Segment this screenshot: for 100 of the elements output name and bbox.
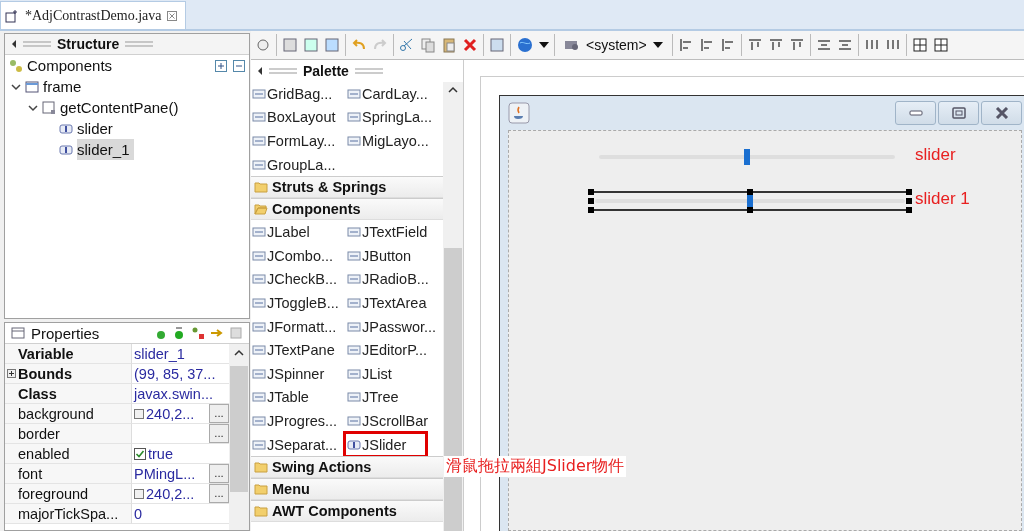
globe-icon[interactable] [516,36,534,54]
palette-item[interactable]: JSeparat... [252,432,347,457]
property-value[interactable]: PMingL... [134,465,196,482]
palette-item[interactable]: MigLayo... [347,129,442,153]
edit-button[interactable]: ... [209,484,229,503]
close-icon[interactable] [167,10,178,21]
anchor-icon[interactable] [911,37,928,53]
spacing-icon[interactable] [836,37,853,53]
palette-category[interactable]: AWT Components [251,500,443,523]
align-icon[interactable] [677,37,694,53]
palette-item[interactable]: JCheckB... [252,267,347,292]
property-value[interactable]: true [148,445,173,462]
component-icon [347,110,361,125]
palette-item[interactable]: JEditorP... [347,338,442,362]
tree-item[interactable]: frame [43,76,86,97]
checkbox[interactable] [134,447,146,460]
align-icon[interactable] [698,37,715,53]
component-icon [252,390,266,405]
property-name: Class [18,385,57,402]
property-value[interactable]: 240,2... [146,405,195,422]
maximize-button[interactable] [938,101,979,125]
collapse-icon[interactable] [11,40,17,48]
scrollbar-thumb[interactable] [230,366,248,492]
slider-thumb[interactable] [744,149,750,165]
folder-icon [254,504,268,519]
component-icon [252,134,266,148]
palette-item[interactable]: JButton [347,243,442,268]
component-icon [252,248,266,263]
edit-button[interactable]: ... [209,404,229,423]
palette-item[interactable]: JRadioB... [347,267,442,292]
property-value[interactable]: 240,2... [146,485,195,502]
property-name: majorTickSpa... [18,505,119,522]
palette-item[interactable]: JProgres... [252,409,347,433]
palette-item[interactable]: JScrollBar [347,409,442,433]
property-value[interactable]: slider_1 [134,345,185,362]
component-icon [347,366,361,381]
tree-item[interactable]: getContentPane() [60,97,183,118]
minimize-button[interactable] [895,101,936,125]
component-icon [252,86,266,101]
selection-handle[interactable] [747,189,753,195]
palette-item[interactable]: JFormatt... [252,314,347,339]
align-icon[interactable] [767,37,784,53]
scrollbar-thumb[interactable] [444,248,462,531]
palette-item[interactable]: JTextField [347,220,442,244]
expand-all-icon[interactable] [215,59,227,72]
delete-icon[interactable] [462,37,478,53]
palette-item[interactable]: JList [347,361,442,386]
palette-item[interactable]: GridBag... [252,82,347,106]
edit-button[interactable]: ... [209,464,229,483]
slider[interactable] [591,191,909,211]
tree-item[interactable]: slider [77,118,117,139]
property-value[interactable]: (99, 85, 37... [134,365,216,382]
collapse-icon[interactable] [257,67,263,75]
palette-category[interactable]: Components [251,198,443,221]
palette-category[interactable]: Struts & Springs [251,176,443,199]
collapse-all-icon[interactable] [233,59,245,72]
close-button[interactable] [981,101,1022,125]
slider-icon [59,121,73,136]
edit-button[interactable]: ... [209,424,229,443]
palette-item[interactable]: JPasswor... [347,314,442,339]
grip-icon [354,67,383,75]
tree-item[interactable]: slider_1 [77,139,134,160]
palette-item[interactable]: JTextPane [252,338,347,362]
palette-item[interactable]: CardLay... [347,82,442,106]
palette-item[interactable]: JSlider [345,432,426,457]
paste-icon[interactable] [441,37,457,53]
align-icon[interactable] [746,37,763,53]
expand-icon[interactable] [7,369,16,378]
property-value[interactable]: 0 [134,505,143,522]
palette-item[interactable]: GroupLa... [252,152,347,177]
palette-item[interactable]: JLabel [252,220,347,244]
component-icon [347,319,361,334]
palette-item[interactable]: JToggleB... [252,291,347,315]
selection-handle[interactable] [747,207,753,213]
component-icon [252,295,266,310]
align-icon[interactable] [719,37,736,53]
caret-icon[interactable] [539,41,549,49]
palette-category[interactable]: Menu [251,478,443,501]
spacing-icon[interactable] [815,37,832,53]
palette-item[interactable]: FormLay... [252,129,347,153]
editor-tab[interactable]: *AdjContrastDemo.java [0,1,187,29]
palette-item[interactable]: JTable [252,385,347,410]
system-dropdown[interactable]: <system> [560,33,667,57]
panel-icon [42,100,56,115]
palette-item[interactable]: JTextArea [347,291,442,315]
palette-item[interactable]: JSpinner [252,361,347,386]
palette-category[interactable]: Swing Actions [251,456,443,479]
palette-item[interactable]: JTree [347,385,442,410]
palette-item[interactable]: JCombo... [252,243,347,268]
palette-item[interactable]: SpringLa... [347,105,442,130]
align-icon[interactable] [788,37,805,53]
anchor-icon[interactable] [932,37,949,53]
chevron-down-icon[interactable] [28,102,38,113]
palette-item[interactable]: BoxLayout [252,105,347,130]
copy-icon[interactable] [420,37,436,53]
scissors-icon[interactable] [399,37,415,53]
arrow-icon[interactable] [210,326,224,340]
component-icon [252,319,266,334]
chevron-down-icon[interactable] [11,81,21,92]
property-value[interactable]: javax.swin... [134,385,213,402]
